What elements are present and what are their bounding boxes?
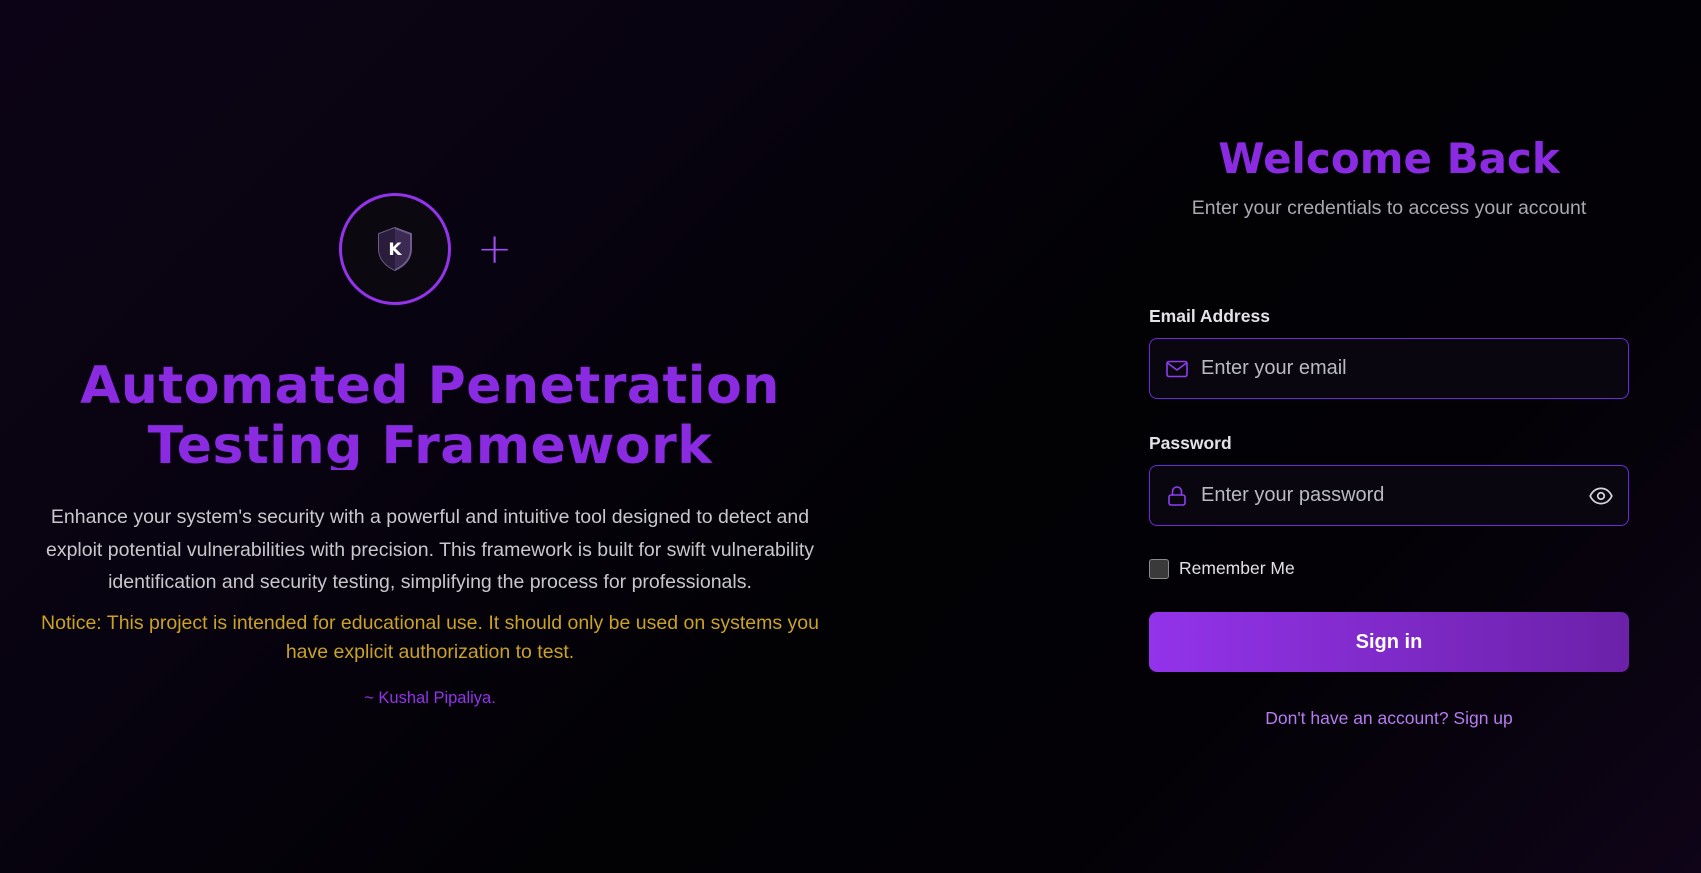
logo-letter: K — [388, 240, 402, 260]
password-input[interactable] — [1201, 484, 1588, 507]
plus-icon: + — [477, 224, 513, 273]
author-credit: ~ Kushal Pipaliya. — [364, 689, 496, 707]
mail-icon — [1166, 360, 1188, 377]
sign-in-button[interactable]: Sign in — [1149, 612, 1629, 672]
shield-icon: K — [378, 226, 412, 272]
login-panel: Welcome Back Enter your credentials to a… — [1149, 0, 1629, 873]
email-field-wrapper[interactable] — [1149, 338, 1629, 399]
sign-up-link[interactable]: Don't have an account? Sign up — [1149, 708, 1629, 729]
remember-me-checkbox[interactable] — [1149, 558, 1169, 579]
login-title: Welcome Back — [1218, 134, 1560, 183]
hero-description: Enhance your system's security with a po… — [45, 506, 815, 593]
hero-title: Automated Penetration Testing Framework — [80, 356, 780, 470]
lock-icon — [1168, 485, 1186, 506]
hero-section: K + Automated Penetration Testing Framew… — [0, 0, 860, 873]
notice-text: Notice: This project is intended for edu… — [41, 612, 819, 663]
email-input[interactable] — [1201, 357, 1628, 380]
email-label: Email Address — [1149, 306, 1270, 326]
logo-row: K + — [339, 193, 512, 305]
remember-me-row: Remember Me — [1149, 558, 1295, 579]
login-subtitle: Enter your credentials to access your ac… — [1191, 197, 1587, 219]
logo: K — [339, 193, 451, 305]
remember-me-label[interactable]: Remember Me — [1179, 558, 1295, 579]
eye-icon[interactable] — [1588, 483, 1614, 509]
password-label: Password — [1149, 433, 1232, 453]
password-field-wrapper[interactable] — [1149, 465, 1629, 526]
